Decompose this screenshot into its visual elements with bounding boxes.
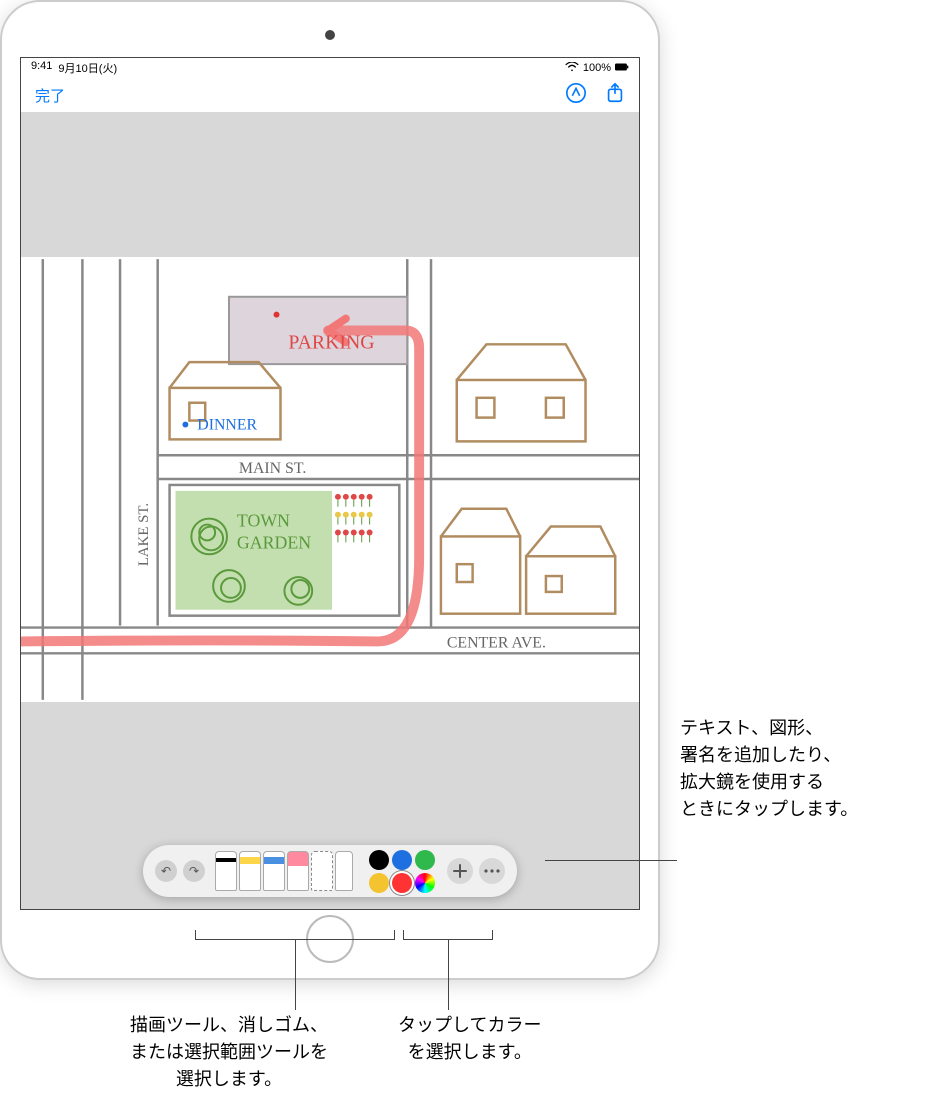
lasso-tool[interactable] <box>311 851 333 891</box>
sketch-label-main-st: MAIN ST. <box>239 460 306 477</box>
callout-colors-leader <box>448 940 449 1010</box>
drawing-canvas[interactable]: PARKING DINNER MAIN ST. TOWN GARDEN CENT… <box>21 257 639 702</box>
sketch-label-lake-st: LAKE ST. <box>136 503 152 566</box>
battery-icon <box>615 62 629 75</box>
callout-colors-bracket <box>403 930 493 940</box>
screen: 9:41 9月10日(火) 100% 完了 <box>20 57 640 910</box>
sketch-label-town: TOWN <box>237 511 290 531</box>
callout-tools-leader <box>295 940 296 1010</box>
markup-toolbar: ↶ ↷ <box>143 845 517 897</box>
battery-percent: 100% <box>583 62 611 74</box>
marker-tool[interactable] <box>239 851 261 891</box>
share-icon[interactable] <box>605 82 625 109</box>
ipad-device-frame: 9:41 9月10日(火) 100% 完了 <box>0 0 660 980</box>
sketch-drawing: PARKING DINNER MAIN ST. TOWN GARDEN CENT… <box>21 257 639 702</box>
color-picker-icon[interactable] <box>415 873 435 893</box>
callout-tools-bracket <box>195 930 395 940</box>
callout-add: テキスト、図形、 署名を追加したり、 拡大鏡を使用する ときにタップします。 <box>680 715 858 823</box>
sketch-label-garden: GARDEN <box>237 532 311 552</box>
wifi-icon <box>565 62 579 75</box>
content-padding-bottom: ↶ ↷ <box>21 702 639 909</box>
color-black[interactable] <box>369 850 389 870</box>
color-green[interactable] <box>415 850 435 870</box>
callout-add-leader <box>545 860 677 861</box>
callout-colors: タップしてカラー を選択します。 <box>398 1012 541 1066</box>
camera-dot <box>325 30 335 40</box>
color-yellow[interactable] <box>369 873 389 893</box>
callout-tools: 描画ツール、消しゴム、 または選択範囲ツールを 選択します。 <box>130 1012 328 1093</box>
sketch-label-center-ave: CENTER AVE. <box>447 634 546 651</box>
sketch-label-parking: PARKING <box>288 331 374 353</box>
more-button[interactable] <box>479 858 505 884</box>
status-date: 9月10日(火) <box>58 60 117 76</box>
nav-bar: 完了 <box>21 78 639 112</box>
ruler-tool[interactable] <box>335 851 353 891</box>
status-bar: 9:41 9月10日(火) 100% <box>21 58 639 78</box>
undo-button[interactable]: ↶ <box>155 860 177 882</box>
sketch-label-dinner: DINNER <box>197 416 257 433</box>
color-blue[interactable] <box>392 850 412 870</box>
eraser-tool[interactable] <box>287 851 309 891</box>
color-palette <box>363 850 441 893</box>
status-time: 9:41 <box>31 60 52 76</box>
content-area: PARKING DINNER MAIN ST. TOWN GARDEN CENT… <box>21 112 639 909</box>
add-button[interactable] <box>447 858 473 884</box>
markup-mode-icon[interactable] <box>565 82 587 109</box>
content-padding-top <box>21 112 639 257</box>
drawing-tools-group <box>211 851 357 891</box>
done-button[interactable]: 完了 <box>35 85 65 106</box>
redo-button[interactable]: ↷ <box>183 860 205 882</box>
pen-tool[interactable] <box>215 851 237 891</box>
color-red[interactable] <box>392 873 412 893</box>
pencil-tool[interactable] <box>263 851 285 891</box>
